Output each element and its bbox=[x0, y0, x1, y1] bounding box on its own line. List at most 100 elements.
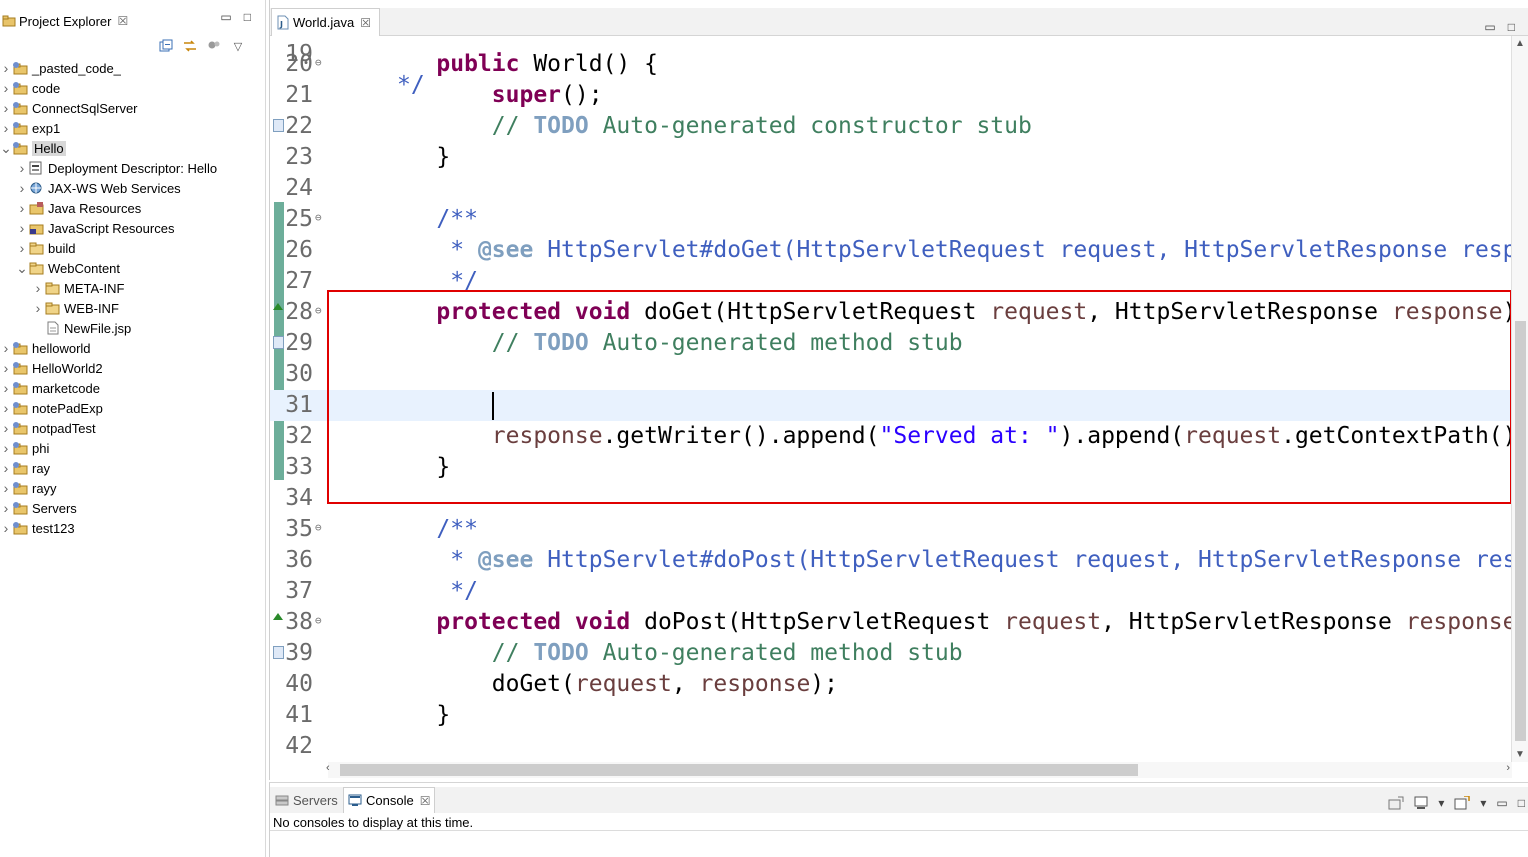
chevron-right-icon[interactable]: › bbox=[32, 280, 44, 296]
fold-toggle-icon[interactable]: ⊖ bbox=[315, 514, 322, 542]
tree-item[interactable]: › exp1 bbox=[0, 118, 265, 138]
line-number: 22 bbox=[285, 113, 313, 139]
fold-toggle-icon[interactable]: ⊖ bbox=[315, 607, 322, 635]
chevron-right-icon[interactable]: › bbox=[0, 480, 12, 496]
code-token: (); bbox=[561, 82, 603, 108]
link-with-editor-icon[interactable] bbox=[182, 38, 198, 54]
chevron-down-icon[interactable]: ⌄ bbox=[16, 261, 28, 275]
tree-item[interactable]: › notePadExp bbox=[0, 398, 265, 418]
console-message: No consoles to display at this time. bbox=[273, 815, 474, 830]
tree-item[interactable]: › build bbox=[0, 238, 265, 258]
code-area[interactable]: 19 */ 20 ⊖ public World() {21 super(); 22 … bbox=[270, 34, 1528, 762]
close-icon[interactable]: ☒ bbox=[117, 14, 128, 28]
project-explorer-icon bbox=[2, 15, 16, 27]
tab-servers[interactable]: Servers bbox=[271, 787, 342, 813]
editor-tab-world-java[interactable]: J World.java ☒ bbox=[271, 8, 380, 36]
tree-item[interactable]: › code bbox=[0, 78, 265, 98]
fold-toggle-icon[interactable]: ⊖ bbox=[315, 297, 322, 325]
scroll-up-icon[interactable]: ▲ bbox=[1515, 38, 1525, 49]
chevron-right-icon[interactable]: › bbox=[32, 300, 44, 316]
project-explorer-tab[interactable]: Project Explorer ☒ bbox=[0, 9, 128, 33]
tree-item[interactable]: › Deployment Descriptor: Hello bbox=[0, 158, 265, 178]
fold-toggle-icon[interactable]: ⊖ bbox=[315, 49, 322, 77]
tree-item[interactable]: › JavaScript Resources bbox=[0, 218, 265, 238]
chevron-down-icon[interactable]: ▾ bbox=[1480, 796, 1486, 810]
chevron-right-icon[interactable]: › bbox=[0, 60, 12, 76]
tree-item[interactable]: NewFile.jsp bbox=[0, 318, 265, 338]
chevron-right-icon[interactable]: › bbox=[0, 100, 12, 116]
pin-console-icon[interactable] bbox=[1388, 796, 1404, 810]
tree-item[interactable]: › Servers bbox=[0, 498, 265, 518]
tree-item[interactable]: ⌄ Hello bbox=[0, 138, 265, 158]
tree-item[interactable]: › notpadTest bbox=[0, 418, 265, 438]
display-console-icon[interactable] bbox=[1414, 796, 1428, 810]
folder-icon bbox=[44, 281, 61, 295]
maximize-icon[interactable]: □ bbox=[1508, 20, 1515, 34]
chevron-right-icon[interactable]: › bbox=[0, 420, 12, 436]
chevron-right-icon[interactable]: › bbox=[0, 120, 12, 136]
chevron-right-icon[interactable]: › bbox=[0, 400, 12, 416]
tree-item[interactable]: › test123 bbox=[0, 518, 265, 538]
chevron-right-icon[interactable]: › bbox=[0, 500, 12, 516]
tab-console[interactable]: Console ☒ bbox=[343, 787, 436, 813]
fold-toggle-icon[interactable]: ⊖ bbox=[315, 204, 322, 232]
tree-item[interactable]: › ConnectSqlServer bbox=[0, 98, 265, 118]
tree-item[interactable]: › JAX-WS Web Services bbox=[0, 178, 265, 198]
chevron-right-icon[interactable]: › bbox=[16, 200, 28, 216]
tree-item[interactable]: › marketcode bbox=[0, 378, 265, 398]
vertical-scrollbar[interactable]: ▲ ▼ bbox=[1511, 36, 1528, 762]
tree-item[interactable]: › helloworld bbox=[0, 338, 265, 358]
close-icon[interactable]: ☒ bbox=[360, 16, 371, 30]
code-text: super(); bbox=[381, 80, 603, 111]
chevron-down-icon[interactable]: ▾ bbox=[1438, 796, 1444, 810]
tree-item[interactable]: › rayy bbox=[0, 478, 265, 498]
code-token: */ bbox=[450, 268, 478, 294]
chevron-right-icon[interactable]: › bbox=[16, 180, 28, 196]
chevron-right-icon[interactable]: › bbox=[0, 80, 12, 96]
horizontal-scrollbar[interactable]: ‹ › bbox=[326, 762, 1512, 778]
chevron-right-icon[interactable]: › bbox=[16, 220, 28, 236]
tree-item[interactable]: › HelloWorld2 bbox=[0, 358, 265, 378]
override-marker-icon[interactable] bbox=[273, 613, 283, 620]
chevron-right-icon[interactable]: › bbox=[0, 440, 12, 456]
task-marker-icon[interactable] bbox=[273, 646, 284, 659]
chevron-right-icon[interactable]: › bbox=[0, 520, 12, 536]
minimize-icon[interactable]: ▭ bbox=[1496, 796, 1507, 810]
chevron-right-icon[interactable]: › bbox=[0, 460, 12, 476]
tree-item[interactable]: › WEB-INF bbox=[0, 298, 265, 318]
horizontal-scroll-thumb[interactable] bbox=[340, 764, 1138, 776]
tree-item[interactable]: › phi bbox=[0, 438, 265, 458]
tree-item[interactable]: › Java Resources bbox=[0, 198, 265, 218]
scroll-left-icon[interactable]: ‹ bbox=[326, 762, 330, 774]
collapse-all-icon[interactable] bbox=[158, 38, 174, 54]
minimize-icon[interactable]: ▭ bbox=[220, 10, 231, 24]
tree-item[interactable]: › META-INF bbox=[0, 278, 265, 298]
task-marker-icon[interactable] bbox=[273, 119, 284, 132]
minimize-icon[interactable]: ▭ bbox=[1484, 20, 1495, 34]
code-token: super bbox=[491, 82, 562, 108]
view-menu-icon[interactable]: ▽ bbox=[230, 38, 246, 54]
maximize-icon[interactable]: □ bbox=[1518, 796, 1525, 810]
code-text: protected void doGet(HttpServletRequest … bbox=[381, 297, 1528, 328]
task-marker-icon[interactable] bbox=[273, 336, 284, 349]
chevron-right-icon[interactable]: › bbox=[16, 160, 28, 176]
scroll-down-icon[interactable]: ▼ bbox=[1515, 749, 1525, 760]
override-marker-icon[interactable] bbox=[273, 303, 283, 310]
chevron-right-icon[interactable]: › bbox=[16, 240, 28, 256]
scroll-right-icon[interactable]: › bbox=[1506, 762, 1510, 774]
code-token: * bbox=[450, 547, 478, 573]
maximize-icon[interactable]: □ bbox=[244, 10, 251, 24]
tree-item[interactable]: › ray bbox=[0, 458, 265, 478]
chevron-right-icon[interactable]: › bbox=[0, 360, 12, 376]
chevron-down-icon[interactable]: ⌄ bbox=[0, 141, 12, 155]
filter-icon[interactable] bbox=[206, 38, 222, 54]
chevron-right-icon[interactable]: › bbox=[0, 340, 12, 356]
close-icon[interactable]: ☒ bbox=[420, 794, 431, 808]
tree-item[interactable]: ⌄ WebContent bbox=[0, 258, 265, 278]
chevron-right-icon[interactable]: › bbox=[0, 380, 12, 396]
vertical-scroll-thumb[interactable] bbox=[1515, 321, 1526, 741]
tree-item[interactable]: › _pasted_code_ bbox=[0, 58, 265, 78]
open-console-icon[interactable] bbox=[1454, 796, 1471, 810]
